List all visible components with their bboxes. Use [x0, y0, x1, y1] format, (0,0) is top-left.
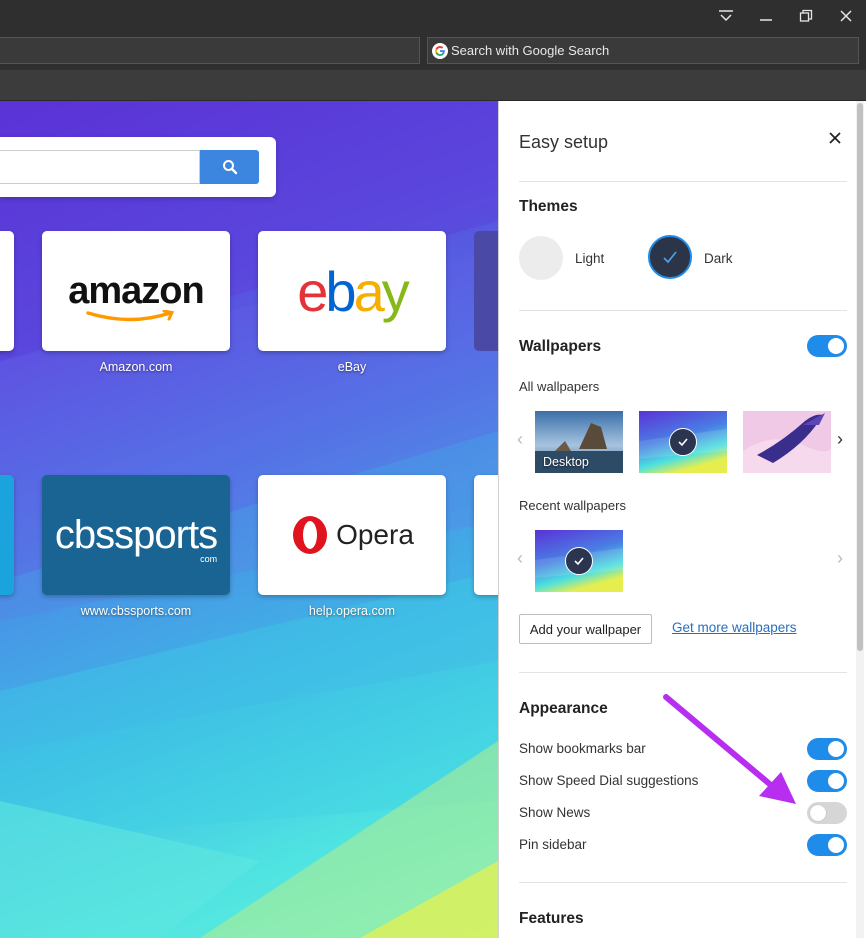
- appearance-heading: Appearance: [519, 700, 608, 717]
- recent-wallpapers-label: Recent wallpapers: [519, 498, 626, 513]
- show-news-label: Show News: [519, 805, 591, 820]
- divider: [519, 882, 847, 883]
- divider: [519, 181, 847, 182]
- chevron-right-icon[interactable]: ›: [837, 429, 843, 450]
- speed-dial-tile-partial-right[interactable]: [474, 231, 498, 351]
- restore-icon[interactable]: [789, 4, 823, 28]
- tile-label-amazon: Amazon.com: [99, 360, 173, 374]
- easy-setup-panel: Easy setup Themes Light Dark Wallpapers …: [498, 101, 866, 938]
- selected-check-icon: [669, 428, 697, 456]
- speed-dial-tile-ebay[interactable]: ebay: [258, 231, 446, 351]
- wallpaper-whale-thumb[interactable]: [743, 411, 831, 473]
- tile-label-cbssports: www.cbssports.com: [80, 604, 192, 618]
- close-window-icon[interactable]: [829, 4, 863, 28]
- speed-dial-search-input[interactable]: [0, 150, 200, 184]
- tile-label-opera: help.opera.com: [308, 604, 396, 618]
- speed-dial-search-button[interactable]: [200, 150, 259, 184]
- wallpaper-desktop-thumb[interactable]: Desktop: [535, 411, 623, 473]
- speed-dial-tile-partial-right-2[interactable]: [474, 475, 498, 595]
- speed-dial-search-box: [0, 137, 276, 197]
- url-input[interactable]: [0, 37, 420, 64]
- themes-heading: Themes: [519, 198, 578, 215]
- whale-wallpaper-image: [743, 411, 831, 473]
- panel-scroll-thumb[interactable]: [857, 103, 863, 651]
- minimize-icon[interactable]: [749, 4, 783, 28]
- ebay-logo: ebay: [297, 259, 409, 323]
- chevron-right-icon[interactable]: ›: [837, 548, 843, 569]
- speed-dial-tile-amazon[interactable]: amazon: [42, 231, 230, 351]
- opera-o-icon: [293, 516, 328, 554]
- speed-dial-tile-partial-left-2[interactable]: [0, 475, 14, 595]
- wallpapers-toggle[interactable]: [807, 335, 847, 357]
- panel-title: Easy setup: [519, 132, 609, 152]
- show-speed-dial-suggestions-toggle[interactable]: [807, 770, 847, 792]
- speed-dial-tile-opera[interactable]: Opera: [258, 475, 446, 595]
- add-wallpaper-button[interactable]: Add your wallpaper: [519, 614, 652, 644]
- chevron-left-icon[interactable]: ‹: [517, 548, 523, 569]
- chevron-left-icon[interactable]: ‹: [517, 429, 523, 450]
- speed-dial: amazon Amazon.com ebay eBay cbssports com…: [0, 101, 498, 938]
- speed-dial-tile-cbssports[interactable]: cbssports com: [42, 475, 230, 595]
- opera-logo: Opera: [290, 513, 414, 557]
- show-news-toggle[interactable]: [807, 802, 847, 824]
- pin-sidebar-toggle[interactable]: [807, 834, 847, 856]
- search-icon: [222, 160, 237, 175]
- theme-dark-label: Dark: [704, 251, 733, 266]
- theme-light-option[interactable]: [519, 236, 563, 280]
- recent-wallpaper-thumb[interactable]: [535, 530, 623, 592]
- theme-light-label: Light: [575, 251, 605, 266]
- address-bar: Search with Google Search: [0, 32, 866, 70]
- theme-dark-option[interactable]: [648, 235, 692, 279]
- speed-dial-tile-partial-left[interactable]: [0, 231, 14, 351]
- show-speed-dial-suggestions-label: Show Speed Dial suggestions: [519, 773, 699, 788]
- divider: [519, 310, 847, 311]
- desktop-label: Desktop: [543, 455, 589, 469]
- close-icon: [829, 132, 841, 144]
- wallpapers-heading: Wallpapers: [519, 338, 602, 355]
- show-bookmarks-bar-toggle[interactable]: [807, 738, 847, 760]
- features-heading: Features: [519, 910, 584, 927]
- divider: [519, 672, 847, 673]
- wallpaper-default-thumb[interactable]: [639, 411, 727, 473]
- selected-check-icon: [565, 547, 593, 575]
- title-bar: [0, 0, 866, 32]
- search-input[interactable]: Search with Google Search: [427, 37, 859, 64]
- cbssports-logo: cbssports com: [54, 512, 218, 564]
- all-wallpapers-label: All wallpapers: [519, 379, 600, 394]
- close-panel-button[interactable]: [825, 128, 845, 148]
- tab-menu-icon[interactable]: [709, 4, 743, 28]
- get-more-wallpapers-link[interactable]: Get more wallpapers: [672, 620, 797, 635]
- bookmarks-bar: [0, 70, 866, 101]
- google-icon: [432, 42, 448, 59]
- tile-label-ebay: eBay: [337, 360, 367, 374]
- amazon-logo: amazon: [68, 270, 205, 321]
- show-bookmarks-bar-label: Show bookmarks bar: [519, 741, 646, 756]
- pin-sidebar-label: Pin sidebar: [519, 837, 587, 852]
- checkmark-icon: [663, 251, 677, 264]
- search-placeholder: Search with Google Search: [451, 43, 610, 58]
